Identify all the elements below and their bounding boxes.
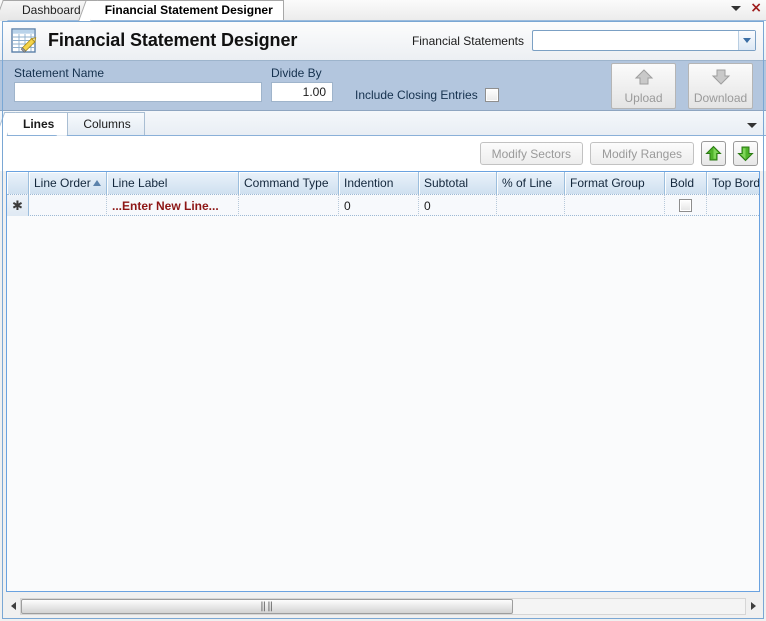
move-line-down-button[interactable]	[733, 141, 758, 166]
modify-ranges-button[interactable]: Modify Ranges	[589, 142, 694, 165]
grid-toolbar: Modify Sectors Modify Ranges	[0, 136, 766, 171]
column-header-line-order[interactable]: Line Order	[29, 172, 107, 194]
statement-form-band: Statement Name Divide By 1.00 Include Cl…	[0, 61, 766, 111]
financial-statements-label: Financial Statements	[411, 33, 524, 48]
scrollbar-track[interactable]: ‖‖	[20, 597, 746, 615]
cell-line-order[interactable]	[29, 195, 107, 216]
column-header-label: Bold	[670, 176, 695, 190]
financial-statements-selector: Financial Statements	[412, 30, 756, 51]
page-title: Financial Statement Designer	[48, 30, 298, 50]
column-header-pct-of-line[interactable]: % of Line	[497, 172, 565, 194]
column-header-command-type[interactable]: Command Type	[239, 172, 339, 194]
arrow-up-icon	[633, 67, 655, 90]
include-closing-entries-checkbox[interactable]	[484, 88, 499, 102]
upload-button-label: Upload	[624, 91, 663, 105]
statement-designer-icon	[10, 26, 40, 56]
window-tab-strip: Dashboard Financial Statement Designer ×	[0, 0, 766, 21]
cell-pct-of-line[interactable]	[497, 195, 565, 216]
scroll-right-button[interactable]	[746, 597, 760, 615]
tab-columns[interactable]: Columns	[55, 112, 145, 136]
application-window: Dashboard Financial Statement Designer ×	[0, 0, 766, 621]
table-row[interactable]: ✱ ...Enter New Line... 0 0	[7, 194, 759, 216]
include-closing-entries-label: Include Closing Entries	[355, 88, 478, 102]
column-header-bold[interactable]: Bold	[665, 172, 707, 194]
window-controls: ×	[731, 1, 762, 15]
chevron-down-icon[interactable]	[747, 123, 757, 128]
move-line-up-button[interactable]	[701, 141, 726, 166]
grid-select-all-corner[interactable]	[7, 172, 29, 194]
window-tab-label: Dashboard	[22, 3, 81, 17]
cell-format-group[interactable]	[565, 195, 665, 216]
column-header-label: Subtotal	[424, 176, 469, 190]
designer-tab-bar: Lines Columns	[0, 111, 766, 136]
cell-top-border[interactable]	[707, 195, 759, 216]
include-closing-entries-group: Include Closing Entries	[355, 88, 499, 102]
arrow-down-icon	[710, 67, 732, 90]
upload-button[interactable]: Upload	[611, 63, 676, 109]
divide-by-input[interactable]: 1.00	[271, 82, 333, 102]
column-header-label: Command Type	[244, 176, 329, 190]
arrow-up-icon	[705, 145, 722, 161]
download-button-label: Download	[693, 91, 748, 105]
cell-subtotal[interactable]: 0	[419, 195, 497, 216]
column-header-format-group[interactable]: Format Group	[565, 172, 665, 194]
divide-by-field-group: Divide By 1.00	[271, 66, 333, 102]
tab-columns-label: Columns	[83, 117, 131, 131]
new-row-marker[interactable]: ✱	[7, 195, 29, 216]
column-header-label: Indention	[344, 176, 394, 190]
column-header-top-border[interactable]: Top Bord	[707, 172, 760, 194]
cell-bold[interactable]	[665, 195, 707, 216]
statement-name-input[interactable]	[14, 82, 262, 102]
tab-lines[interactable]: Lines	[0, 112, 69, 136]
cell-command-type[interactable]	[239, 195, 339, 216]
statement-name-label: Statement Name	[14, 66, 105, 80]
arrow-down-icon	[737, 146, 754, 162]
modify-sectors-button[interactable]: Modify Sectors	[479, 142, 583, 165]
statement-name-field-group: Statement Name	[14, 66, 262, 102]
page-header: Financial Statement Designer Financial S…	[0, 21, 766, 61]
window-tab-financial-statement-designer[interactable]: Financial Statement Designer	[77, 0, 284, 21]
tab-lines-label: Lines	[23, 117, 55, 131]
column-header-label: Top Bord	[712, 176, 760, 190]
column-header-line-label[interactable]: Line Label	[107, 172, 239, 194]
scroll-left-button[interactable]	[6, 597, 20, 615]
column-header-indention[interactable]: Indention	[339, 172, 419, 194]
column-header-label: Format Group	[570, 176, 645, 190]
chevron-down-icon[interactable]	[738, 31, 755, 50]
tab-lead-shape	[0, 112, 16, 136]
download-button[interactable]: Download	[688, 63, 753, 109]
column-header-subtotal[interactable]: Subtotal	[419, 172, 497, 194]
scrollbar-thumb[interactable]: ‖‖	[21, 598, 514, 614]
chevron-down-icon[interactable]	[731, 5, 742, 11]
cell-indention[interactable]: 0	[339, 195, 419, 216]
financial-statements-dropdown[interactable]	[532, 30, 756, 51]
close-icon[interactable]: ×	[750, 1, 762, 15]
column-header-label: % of Line	[502, 176, 553, 190]
scrollbar-grip: ‖‖	[260, 600, 275, 612]
column-header-label: Line Label	[112, 176, 168, 190]
grid-header-row: Line Order Line Label Command Type Inden…	[7, 172, 759, 194]
cell-line-label[interactable]: ...Enter New Line...	[107, 195, 239, 216]
bold-checkbox[interactable]	[679, 199, 692, 212]
grid-horizontal-scrollbar[interactable]: ‖‖	[6, 595, 760, 617]
tab-lead-shape	[0, 0, 15, 21]
column-header-label: Line Order	[34, 176, 91, 190]
window-tab-label: Financial Statement Designer	[104, 3, 273, 17]
lines-data-grid: Line Order Line Label Command Type Inden…	[6, 171, 760, 592]
grid-body: ✱ ...Enter New Line... 0 0	[7, 194, 759, 591]
divide-by-label: Divide By	[271, 66, 322, 80]
sort-ascending-icon	[93, 180, 101, 186]
